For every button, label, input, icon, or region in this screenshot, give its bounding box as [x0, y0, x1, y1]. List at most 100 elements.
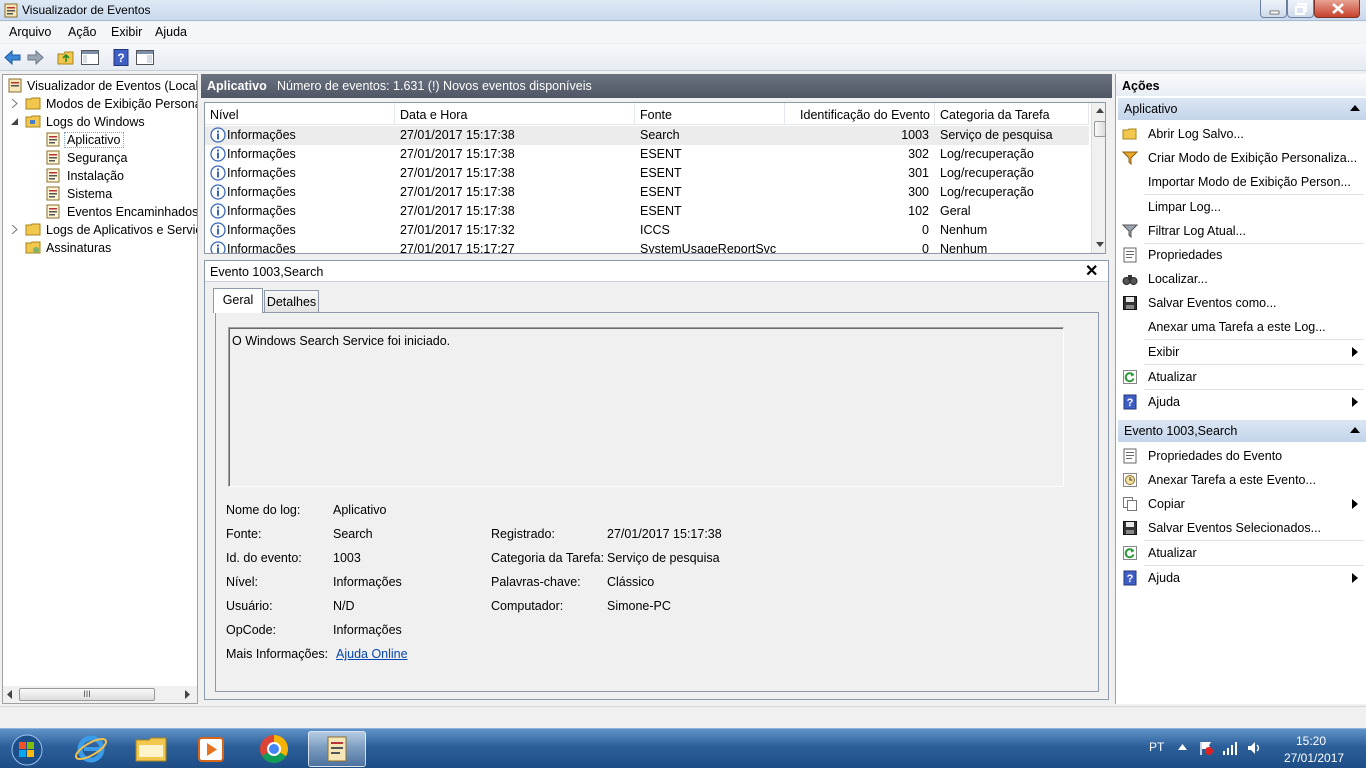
toolbar: ?	[0, 44, 1366, 71]
event-message-box[interactable]: O Windows Search Service foi iniciado.	[228, 327, 1064, 487]
actions-group-aplicativo[interactable]: Aplicativo	[1118, 98, 1366, 120]
clock-date[interactable]: 27/01/2017	[1284, 751, 1344, 765]
action-center-flag-icon[interactable]	[1198, 740, 1214, 756]
tree-log-aplicativo[interactable]: Aplicativo	[45, 131, 197, 149]
action-clear-log[interactable]: Limpar Log...	[1118, 195, 1366, 219]
close-detail-icon[interactable]: ✕	[1085, 261, 1098, 281]
binoculars-icon	[1122, 275, 1138, 285]
tree-custom-views[interactable]: Modos de Exibição Personali	[11, 95, 197, 113]
taskbar-event-viewer[interactable]	[308, 731, 366, 767]
action-help-event-submenu[interactable]: ? Ajuda	[1118, 566, 1366, 590]
action-label: Localizar...	[1148, 272, 1208, 286]
minimize-button[interactable]	[1260, 0, 1287, 18]
action-refresh-event[interactable]: Atualizar	[1118, 541, 1366, 565]
menu-acao[interactable]: Ação	[68, 25, 97, 39]
action-import-custom-view[interactable]: Importar Modo de Exibição Person...	[1118, 170, 1366, 194]
taskbar-chrome[interactable]	[245, 731, 303, 767]
scroll-thumb[interactable]	[1094, 121, 1105, 137]
action-find[interactable]: Localizar...	[1118, 267, 1366, 291]
taskbar-media-player[interactable]	[182, 731, 240, 767]
tree-log-sistema[interactable]: Sistema	[45, 185, 197, 203]
menu-exibir[interactable]: Exibir	[111, 25, 142, 39]
col-fonte[interactable]: Fonte	[635, 103, 785, 125]
action-properties[interactable]: Propriedades	[1118, 243, 1366, 267]
submenu-arrow-icon	[1352, 347, 1358, 357]
collapse-arrow-icon[interactable]	[11, 117, 19, 126]
scroll-left-icon[interactable]	[7, 690, 13, 699]
action-open-saved-log[interactable]: Abrir Log Salvo...	[1118, 122, 1366, 146]
tree-horizontal-scrollbar[interactable]: III	[3, 686, 197, 703]
info-icon	[210, 146, 226, 162]
menu-ajuda[interactable]: Ajuda	[155, 25, 187, 39]
grid-header: Nível Data e Hora Fonte Identificação do…	[205, 103, 1089, 125]
table-row[interactable]: Informações 27/01/2017 15:17:32 ICCS 0 Nenhu…	[205, 221, 1089, 240]
table-row[interactable]: Informações 27/01/2017 15:17:27 SystemUsag…	[205, 240, 1089, 253]
show-hide-action-pane-icon[interactable]	[135, 48, 155, 67]
table-row[interactable]: Informações 27/01/2017 15:17:38 ESENT 102 Ge…	[205, 202, 1089, 221]
action-copy-submenu[interactable]: Copiar	[1118, 492, 1366, 516]
col-categoria[interactable]: Categoria da Tarefa	[935, 103, 1089, 125]
title-bar[interactable]: Visualizador de Eventos	[0, 0, 1366, 21]
tree-subscriptions[interactable]: Assinaturas	[11, 239, 197, 257]
table-row[interactable]: Informações 27/01/2017 15:17:38 ESENT 302 Lo…	[205, 145, 1089, 164]
open-folder-icon	[1122, 128, 1137, 140]
scroll-up-icon[interactable]	[1096, 108, 1104, 114]
action-save-selected-events[interactable]: Salvar Eventos Selecionados...	[1118, 516, 1366, 540]
col-id-evento[interactable]: Identificação do Evento	[785, 103, 935, 125]
action-view-submenu[interactable]: Exibir	[1118, 340, 1366, 364]
show-hide-tree-icon[interactable]	[80, 48, 100, 67]
action-label: Importar Modo de Exibição Person...	[1148, 175, 1351, 189]
collapse-up-icon[interactable]	[1350, 427, 1360, 433]
help-icon[interactable]: ?	[111, 48, 131, 67]
taskbar-internet-explorer[interactable]	[62, 731, 120, 767]
col-data-hora[interactable]: Data e Hora	[395, 103, 635, 125]
action-attach-task-event[interactable]: Anexar Tarefa a este Evento...	[1118, 468, 1366, 492]
tab-detalhes[interactable]: Detalhes	[264, 290, 319, 312]
info-icon	[210, 203, 226, 219]
col-nivel[interactable]: Nível	[205, 103, 395, 125]
tree-log-seguranca[interactable]: Segurança	[45, 149, 197, 167]
tree-log-instalacao[interactable]: Instalação	[45, 167, 197, 185]
tree-root[interactable]: Visualizador de Eventos (Local)	[7, 77, 197, 95]
tab-geral[interactable]: Geral	[213, 288, 263, 313]
clock-time[interactable]: 15:20	[1296, 734, 1326, 748]
expand-arrow-icon[interactable]	[11, 99, 19, 108]
forward-arrow-icon[interactable]	[25, 48, 45, 67]
show-hidden-icons-icon[interactable]	[1178, 744, 1187, 751]
media-player-icon	[198, 737, 224, 762]
action-refresh[interactable]: Atualizar	[1118, 365, 1366, 389]
table-row[interactable]: Informações 27/01/2017 15:17:38 ESENT 301 Lo…	[205, 164, 1089, 183]
menu-arquivo[interactable]: Arquivo	[9, 25, 51, 39]
scroll-right-icon[interactable]	[185, 690, 191, 699]
close-window-button[interactable]	[1314, 0, 1360, 18]
taskbar-file-explorer[interactable]	[122, 731, 180, 767]
language-indicator[interactable]: PT	[1149, 740, 1164, 754]
start-button[interactable]	[0, 731, 52, 767]
grid-vertical-scrollbar[interactable]	[1091, 103, 1105, 253]
restore-button[interactable]	[1287, 0, 1314, 18]
back-arrow-icon[interactable]	[3, 48, 23, 67]
expand-arrow-icon[interactable]	[11, 225, 19, 234]
tree-app-services-logs[interactable]: Logs de Aplicativos e Serviço	[11, 221, 197, 239]
collapse-up-icon[interactable]	[1350, 105, 1360, 111]
tree-log-encaminhados[interactable]: Eventos Encaminhados	[45, 203, 197, 221]
network-signal-icon[interactable]	[1222, 740, 1238, 756]
scroll-down-icon[interactable]	[1096, 242, 1104, 248]
field-level: Informações	[333, 575, 402, 589]
copy-icon	[1123, 497, 1137, 511]
scroll-thumb[interactable]: III	[19, 688, 155, 701]
actions-group-event[interactable]: Evento 1003,Search	[1118, 420, 1366, 442]
tree-windows-logs[interactable]: Logs do Windows	[11, 113, 197, 131]
action-event-properties[interactable]: Propriedades do Evento	[1118, 444, 1366, 468]
online-help-link[interactable]: Ajuda Online	[336, 647, 408, 661]
up-folder-icon[interactable]	[56, 48, 76, 67]
action-attach-task-log[interactable]: Anexar uma Tarefa a este Log...	[1118, 315, 1366, 339]
field-task: Serviço de pesquisa	[607, 551, 720, 565]
table-row[interactable]: Informações 27/01/2017 15:17:38 ESENT 300 Lo…	[205, 183, 1089, 202]
action-save-events-as[interactable]: Salvar Eventos como...	[1118, 291, 1366, 315]
action-help-submenu[interactable]: ? Ajuda	[1118, 390, 1366, 414]
volume-icon[interactable]	[1246, 740, 1262, 756]
action-create-custom-view[interactable]: Criar Modo de Exibição Personaliza...	[1118, 146, 1366, 170]
action-filter-current-log[interactable]: Filtrar Log Atual...	[1118, 219, 1366, 243]
table-row[interactable]: Informações 27/01/2017 15:17:38 Search 1003…	[205, 126, 1089, 145]
